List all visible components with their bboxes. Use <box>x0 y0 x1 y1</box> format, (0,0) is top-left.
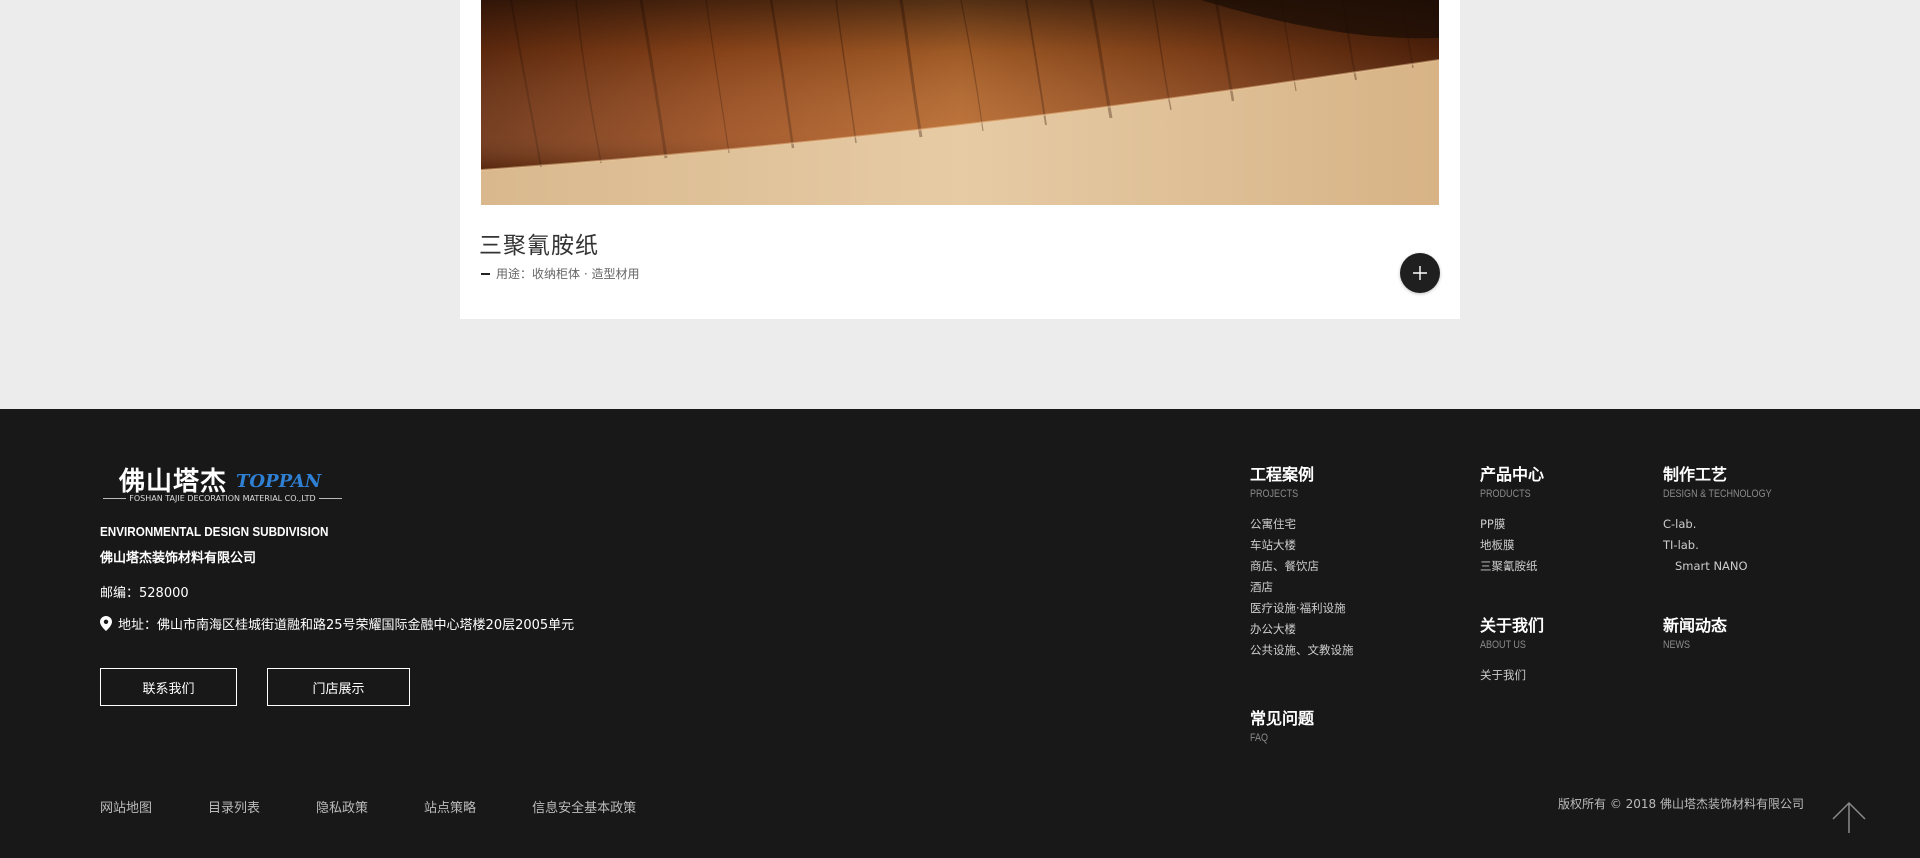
logo-rule-right <box>318 498 342 499</box>
projects-link[interactable]: 车站大楼 <box>1250 535 1354 556</box>
projects-link[interactable]: 公共设施、文教设施 <box>1250 640 1354 661</box>
product-card: 三聚氰胺纸 用途：收纳柜体 · 造型材用 <box>460 0 1460 319</box>
plus-icon <box>1413 266 1427 280</box>
projects-link[interactable]: 酒店 <box>1250 577 1354 598</box>
logo-subtitle: FOSHAN TAJIE DECORATION MATERIAL CO.,LTD <box>100 494 345 503</box>
footer-column-about: 关于我们 ABOUT US 关于我们 <box>1480 612 1544 686</box>
location-pin-icon <box>100 616 112 631</box>
column-subtitle-faq: FAQ <box>1250 732 1269 744</box>
column-title-about[interactable]: 关于我们 <box>1480 612 1544 636</box>
technology-link[interactable]: TI-lab. <box>1663 535 1795 556</box>
column-title-products[interactable]: 产品中心 <box>1480 461 1544 485</box>
projects-link[interactable]: 办公大楼 <box>1250 619 1354 640</box>
products-link[interactable]: PP膜 <box>1480 514 1544 535</box>
bottom-link-directory[interactable]: 目录列表 <box>208 797 260 816</box>
projects-link[interactable]: 商店、餐饮店 <box>1250 556 1354 577</box>
bottom-link-sitemap[interactable]: 网站地图 <box>100 797 152 816</box>
technology-link[interactable]: Smart NANO <box>1663 556 1795 577</box>
column-title-technology[interactable]: 制作工艺 <box>1663 461 1795 485</box>
product-title[interactable]: 三聚氰胺纸 <box>479 226 599 260</box>
about-link-list: 关于我们 <box>1480 665 1544 686</box>
footer-column-faq: 常见问题 FAQ <box>1250 705 1314 744</box>
logo-english-text: TOPPAN <box>236 471 322 492</box>
logo-subtitle-text: FOSHAN TAJIE DECORATION MATERIAL CO.,LTD <box>129 494 316 503</box>
products-link[interactable]: 三聚氰胺纸 <box>1480 556 1544 577</box>
logo-rule-left <box>103 498 127 499</box>
address-text: 地址：佛山市南海区桂城街道融和路25号荣耀国际金融中心塔楼20层2005单元 <box>118 618 575 633</box>
footer-column-products: 产品中心 PRODUCTS PP膜 地板膜 三聚氰胺纸 <box>1480 461 1544 577</box>
logo-chinese-text: 佛山塔杰 <box>119 467 228 497</box>
column-subtitle-products: PRODUCTS <box>1480 488 1531 500</box>
column-title-news[interactable]: 新闻动态 <box>1663 612 1727 636</box>
back-to-top-button[interactable] <box>1831 799 1867 835</box>
product-usage: 用途：收纳柜体 · 造型材用 <box>481 265 639 282</box>
wood-veneer-image <box>481 0 1439 205</box>
contact-us-button[interactable]: 联系我们 <box>100 668 237 706</box>
product-image[interactable] <box>481 0 1439 205</box>
division-name: ENVIRONMENTAL DESIGN SUBDIVISION <box>100 524 329 539</box>
products-link[interactable]: 地板膜 <box>1480 535 1544 556</box>
technology-link[interactable]: C-lab. <box>1663 514 1795 535</box>
projects-link-list: 公寓住宅 车站大楼 商店、餐饮店 酒店 医疗设施·福利设施 办公大楼 公共设施、… <box>1250 514 1354 661</box>
dash-icon <box>481 272 490 275</box>
column-subtitle-technology: DESIGN & TECHNOLOGY <box>1663 488 1772 500</box>
bottom-link-security-policy[interactable]: 信息安全基本政策 <box>532 797 636 816</box>
footer-column-technology: 制作工艺 DESIGN & TECHNOLOGY C-lab. TI-lab. … <box>1663 461 1795 577</box>
postcode: 邮编：528000 <box>100 586 189 601</box>
technology-link-list: C-lab. TI-lab. Smart NANO <box>1663 514 1795 577</box>
column-title-faq[interactable]: 常见问题 <box>1250 705 1314 729</box>
address: 地址：佛山市南海区桂城街道融和路25号荣耀国际金融中心塔楼20层2005单元 <box>100 614 574 633</box>
store-display-button[interactable]: 门店展示 <box>267 668 410 706</box>
column-subtitle-news: NEWS <box>1663 639 1691 651</box>
footer-column-projects: 工程案例 PROJECTS 公寓住宅 车站大楼 商店、餐饮店 酒店 医疗设施·福… <box>1250 461 1354 661</box>
footer-column-news: 新闻动态 NEWS <box>1663 612 1727 651</box>
products-link-list: PP膜 地板膜 三聚氰胺纸 <box>1480 514 1544 577</box>
product-usage-text: 用途：收纳柜体 · 造型材用 <box>496 267 640 281</box>
company-name: 佛山塔杰装饰材料有限公司 <box>100 551 257 566</box>
column-subtitle-about: ABOUT US <box>1480 639 1526 651</box>
site-footer: 佛山塔杰 TOPPAN FOSHAN TAJIE DECORATION MATE… <box>0 409 1920 858</box>
footer-logo[interactable]: 佛山塔杰 TOPPAN FOSHAN TAJIE DECORATION MATE… <box>100 461 345 511</box>
column-subtitle-projects: PROJECTS <box>1250 488 1299 500</box>
projects-link[interactable]: 公寓住宅 <box>1250 514 1354 535</box>
about-link[interactable]: 关于我们 <box>1480 665 1544 686</box>
bottom-link-site-policy[interactable]: 站点策略 <box>424 797 476 816</box>
footer-bottom-links: 网站地图 目录列表 隐私政策 站点策略 信息安全基本政策 <box>100 797 692 816</box>
arrow-up-icon <box>1832 801 1866 833</box>
bottom-link-privacy[interactable]: 隐私政策 <box>316 797 368 816</box>
copyright: 版权所有 © 2018 佛山塔杰装饰材料有限公司 <box>1558 797 1804 811</box>
column-title-projects[interactable]: 工程案例 <box>1250 461 1354 485</box>
projects-link[interactable]: 医疗设施·福利设施 <box>1250 598 1354 619</box>
expand-button[interactable] <box>1400 253 1440 293</box>
